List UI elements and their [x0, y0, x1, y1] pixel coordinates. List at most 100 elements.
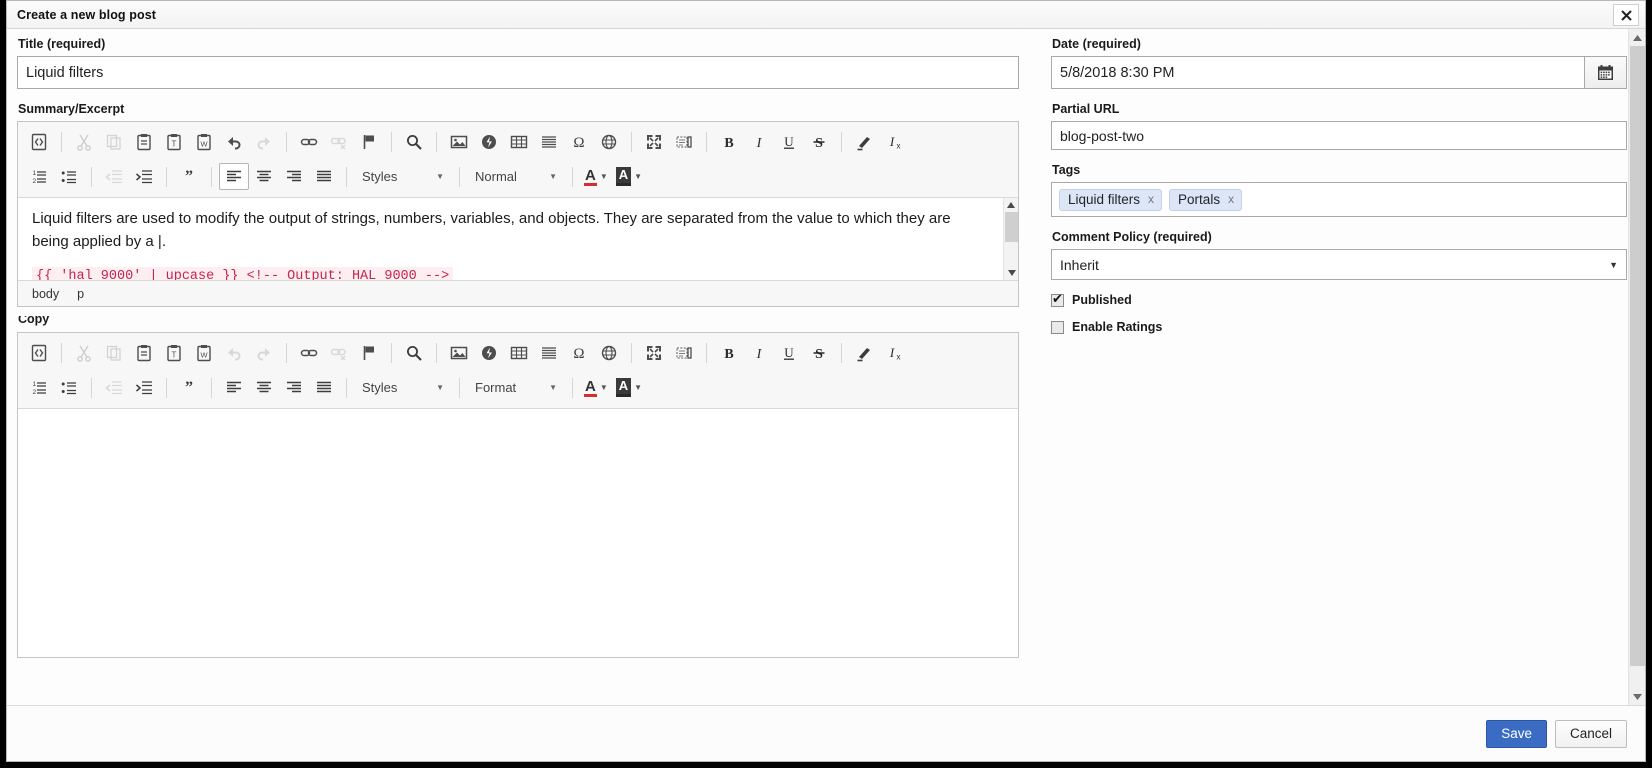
cancel-button[interactable]: Cancel — [1554, 719, 1627, 748]
numbered-list-icon[interactable]: 12 — [24, 374, 54, 401]
bulleted-list-icon[interactable] — [54, 374, 84, 401]
find-icon[interactable] — [399, 339, 429, 366]
remove-format-icon[interactable] — [849, 128, 879, 155]
maximize-icon[interactable] — [639, 339, 669, 366]
flash-icon[interactable] — [474, 339, 504, 366]
tags-input[interactable]: Liquid filters x Portals x — [1051, 182, 1627, 217]
styles-dropdown-copy[interactable]: Styles ▼ — [354, 375, 450, 400]
show-blocks-icon[interactable] — [669, 128, 699, 155]
decrease-indent-icon[interactable] — [99, 163, 129, 190]
unlink-icon[interactable] — [324, 128, 354, 155]
paste-icon[interactable] — [129, 339, 159, 366]
increase-indent-icon[interactable] — [129, 163, 159, 190]
cut-icon[interactable] — [69, 339, 99, 366]
bold-icon[interactable]: B — [714, 128, 744, 155]
summary-scroll-thumb[interactable] — [1005, 212, 1018, 242]
copy-icon[interactable] — [99, 339, 129, 366]
iframe-globe-icon[interactable] — [594, 128, 624, 155]
horizontal-rule-icon[interactable] — [534, 339, 564, 366]
background-color-button-copy[interactable]: A ▼ — [612, 374, 646, 401]
show-blocks-icon[interactable] — [669, 339, 699, 366]
find-icon[interactable] — [399, 128, 429, 155]
undo-icon[interactable] — [219, 339, 249, 366]
background-color-button[interactable]: A ▼ — [612, 163, 646, 190]
scroll-down-icon[interactable] — [1629, 688, 1645, 705]
align-left-icon[interactable] — [219, 374, 249, 401]
italic-icon[interactable]: I — [744, 128, 774, 155]
paste-as-text-icon[interactable]: T — [159, 128, 189, 155]
published-checkbox[interactable] — [1051, 291, 1064, 307]
dialog-scrollbar[interactable] — [1628, 29, 1645, 705]
decrease-indent-icon[interactable] — [99, 374, 129, 401]
scroll-up-icon[interactable] — [1004, 198, 1018, 212]
anchor-flag-icon[interactable] — [354, 339, 384, 366]
copy-content-area[interactable] — [18, 409, 1018, 657]
close-button[interactable] — [1613, 4, 1639, 26]
styles-dropdown[interactable]: Styles ▼ — [354, 164, 450, 189]
title-input[interactable] — [17, 56, 1019, 89]
bulleted-list-icon[interactable] — [54, 163, 84, 190]
paste-icon[interactable] — [129, 128, 159, 155]
element-path-body[interactable]: body — [32, 287, 59, 301]
paste-from-word-icon[interactable]: W — [189, 339, 219, 366]
tag-remove-icon[interactable]: x — [1148, 192, 1154, 206]
tag-remove-icon[interactable]: x — [1228, 192, 1234, 206]
maximize-icon[interactable] — [639, 128, 669, 155]
source-icon[interactable] — [24, 339, 54, 366]
date-input[interactable] — [1051, 56, 1585, 89]
undo-icon[interactable] — [219, 128, 249, 155]
remove-format-icon[interactable] — [849, 339, 879, 366]
text-color-button-copy[interactable]: A ▼ — [580, 374, 612, 401]
italic-icon[interactable]: I — [744, 339, 774, 366]
flash-icon[interactable] — [474, 128, 504, 155]
align-right-icon[interactable] — [279, 163, 309, 190]
tag-chip[interactable]: Liquid filters x — [1059, 188, 1163, 211]
redo-icon[interactable] — [249, 339, 279, 366]
underline-icon[interactable]: U — [774, 339, 804, 366]
image-icon[interactable] — [444, 128, 474, 155]
unlink-icon[interactable] — [324, 339, 354, 366]
special-char-icon[interactable]: Ω — [564, 128, 594, 155]
align-right-icon[interactable] — [279, 374, 309, 401]
align-left-icon[interactable] — [219, 163, 249, 190]
text-color-button[interactable]: A ▼ — [580, 163, 612, 190]
strikethrough-icon[interactable]: S — [804, 128, 834, 155]
remove-text-format-icon[interactable]: Ix — [879, 128, 909, 155]
dialog-scroll-thumb[interactable] — [1630, 46, 1645, 666]
justify-icon[interactable] — [309, 163, 339, 190]
link-icon[interactable] — [294, 339, 324, 366]
source-icon[interactable] — [24, 128, 54, 155]
horizontal-rule-icon[interactable] — [534, 128, 564, 155]
special-char-icon[interactable]: Ω — [564, 339, 594, 366]
align-center-icon[interactable] — [249, 374, 279, 401]
anchor-flag-icon[interactable] — [354, 128, 384, 155]
link-icon[interactable] — [294, 128, 324, 155]
blockquote-icon[interactable]: ” — [174, 374, 204, 401]
format-dropdown-copy[interactable]: Format ▼ — [467, 375, 563, 400]
align-center-icon[interactable] — [249, 163, 279, 190]
format-dropdown-summary[interactable]: Normal ▼ — [467, 164, 563, 189]
image-icon[interactable] — [444, 339, 474, 366]
tag-chip[interactable]: Portals x — [1169, 188, 1243, 211]
copy-icon[interactable] — [99, 128, 129, 155]
enable-ratings-checkbox[interactable] — [1051, 320, 1064, 334]
table-icon[interactable] — [504, 128, 534, 155]
iframe-globe-icon[interactable] — [594, 339, 624, 366]
paste-from-word-icon[interactable]: W — [189, 128, 219, 155]
blockquote-icon[interactable]: ” — [174, 163, 204, 190]
underline-icon[interactable]: U — [774, 128, 804, 155]
scroll-up-icon[interactable] — [1629, 29, 1645, 46]
paste-as-text-icon[interactable]: T — [159, 339, 189, 366]
bold-icon[interactable]: B — [714, 339, 744, 366]
numbered-list-icon[interactable]: 12 — [24, 163, 54, 190]
partial-url-input[interactable] — [1051, 121, 1627, 150]
justify-icon[interactable] — [309, 374, 339, 401]
increase-indent-icon[interactable] — [129, 374, 159, 401]
scroll-down-icon[interactable] — [1004, 266, 1018, 280]
calendar-button[interactable] — [1584, 56, 1627, 89]
remove-text-format-icon[interactable]: Ix — [879, 339, 909, 366]
summary-content-area[interactable]: Liquid filters are used to modify the ou… — [18, 198, 1018, 280]
save-button[interactable]: Save — [1486, 719, 1547, 748]
cut-icon[interactable] — [69, 128, 99, 155]
strikethrough-icon[interactable]: S — [804, 339, 834, 366]
